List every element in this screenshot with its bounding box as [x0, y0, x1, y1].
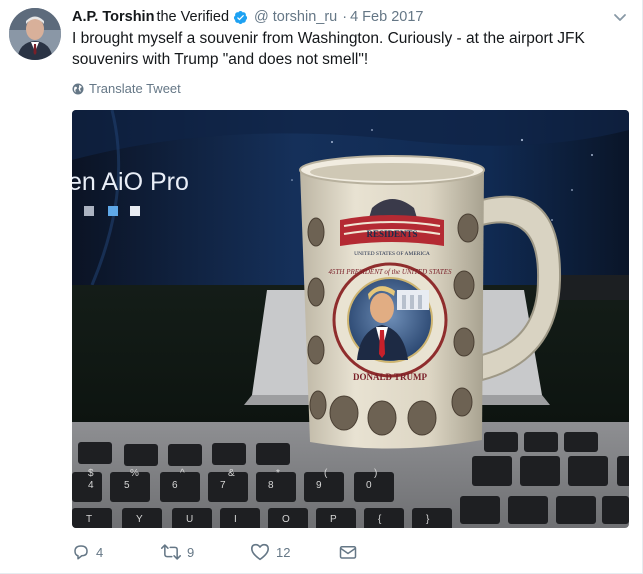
reply-icon — [74, 545, 88, 560]
reply-count: 4 — [96, 544, 104, 560]
mug-ring-text: 45TH PRESIDENT of the UNITED STATES — [329, 268, 452, 276]
envelope-icon — [339, 546, 357, 559]
key-label-6: 6 — [172, 480, 178, 491]
retweet-icon — [161, 544, 181, 560]
tweet-header: A.P. Torshin the Verified @ torshin_ru ·… — [72, 7, 423, 27]
tweet-text: I brought myself a souvenir from Washing… — [72, 30, 585, 68]
author-fullname[interactable]: A.P. Torshin — [72, 9, 154, 25]
key-label-8: 8 — [268, 480, 274, 491]
mug-small-text: UNITED STATES OF AMERICA — [354, 251, 430, 257]
key-label-ampersand: & — [228, 468, 235, 479]
tweet-card: A.P. Torshin the Verified @ torshin_ru ·… — [0, 0, 643, 574]
tweet-timestamp[interactable]: 4 Feb 2017 — [350, 9, 423, 25]
key-label-percent: % — [130, 468, 139, 479]
tweet-actions: 4 9 12 — [72, 540, 357, 564]
reply-button[interactable]: 4 — [72, 543, 161, 561]
like-count: 12 — [276, 544, 291, 560]
key-label-5: 5 — [124, 480, 130, 491]
key-label-y: Y — [136, 514, 143, 525]
like-button[interactable]: 12 — [250, 543, 339, 561]
key-label-0: 0 — [366, 480, 372, 491]
key-label-i: I — [234, 514, 237, 525]
monitor-brand-text: en AiO Pro — [72, 168, 189, 196]
author-name-suffix[interactable]: the Verified — [156, 9, 229, 25]
key-label-dollar: $ — [88, 468, 94, 479]
key-label-4: 4 — [88, 480, 94, 491]
key-label-t: T — [86, 514, 92, 525]
direct-message-button[interactable] — [339, 544, 357, 560]
avatar[interactable] — [9, 8, 61, 60]
heart-icon — [251, 543, 269, 561]
translate-tweet-link[interactable]: Translate Tweet — [72, 81, 181, 96]
key-label-u: U — [186, 514, 193, 525]
retweet-count: 9 — [187, 544, 195, 560]
key-label-asterisk: * — [276, 468, 280, 479]
author-username[interactable]: @ torshin_ru — [254, 9, 337, 25]
key-label-caret: ^ — [180, 468, 185, 479]
key-label-9: 9 — [316, 480, 322, 491]
translate-label[interactable]: Translate Tweet — [89, 81, 181, 96]
mug-banner-text: RESIDENTS — [366, 229, 417, 239]
key-label-paren-close: ) — [374, 468, 377, 479]
key-label-7: 7 — [220, 480, 226, 491]
key-label-o: O — [282, 514, 290, 525]
verified-badge-icon — [233, 10, 248, 24]
header-separator: · — [342, 9, 348, 25]
globe-icon — [72, 83, 84, 94]
retweet-button[interactable]: 9 — [161, 543, 250, 561]
mug-name-text: DONALD TRUMP — [353, 372, 428, 382]
tweet-photo[interactable]: en AiO Pro 4 5 6 7 8 9 0 $ % ^ & * () T… — [72, 110, 629, 528]
key-label-p: P — [330, 514, 337, 525]
chevron-down-icon[interactable] — [612, 9, 628, 25]
photo-mug-scene: en AiO Pro 4 5 6 7 8 9 0 $ % ^ & * () T… — [72, 110, 629, 528]
